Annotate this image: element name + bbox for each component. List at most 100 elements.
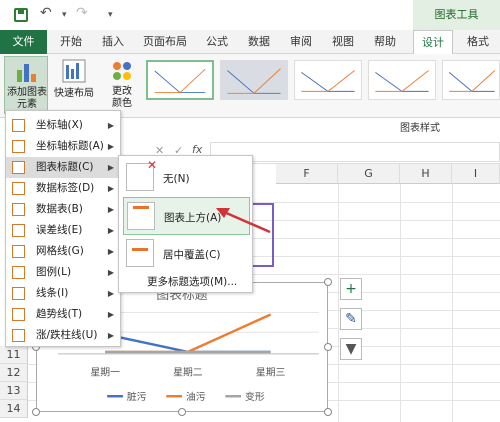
save-icon[interactable] xyxy=(14,8,28,22)
chevron-right-icon: ▶ xyxy=(107,289,114,298)
submenu-item-none[interactable]: ✕ 无(N) xyxy=(123,158,250,197)
legend-label: 油污 xyxy=(186,390,206,403)
redo-icon[interactable]: ↷ xyxy=(76,5,88,21)
change-colors-button[interactable]: 更改 颜色 xyxy=(104,56,140,114)
chevron-right-icon: ▶ xyxy=(107,205,114,214)
row-header-14[interactable]: 14 xyxy=(0,400,28,418)
resize-handle[interactable] xyxy=(324,408,332,416)
quick-layout-icon xyxy=(62,59,86,83)
menu-item-axes[interactable]: 坐标轴(X) ▶ xyxy=(6,115,120,136)
more-title-options[interactable]: 更多标题选项(M)... xyxy=(147,274,237,289)
chart-tools-context-label: 图表工具 xyxy=(413,0,500,30)
annotation-arrow xyxy=(216,208,271,234)
tab-file[interactable]: 文件 xyxy=(0,30,47,54)
undo-dropdown-icon[interactable]: ▾ xyxy=(62,10,67,20)
chart-style-4[interactable] xyxy=(368,60,436,100)
menu-item-error-bars[interactable]: 误差线(E) ▶ xyxy=(6,220,120,241)
chart-style-3-preview-icon xyxy=(301,70,355,92)
menu-item-label: 坐标轴(X) xyxy=(36,119,83,131)
menu-item-axis-titles[interactable]: 坐标轴标题(A) ▶ xyxy=(6,136,120,157)
resize-handle[interactable] xyxy=(324,343,332,351)
row-header-13[interactable]: 13 xyxy=(0,382,28,400)
menu-item-data-labels[interactable]: 数据标签(D) ▶ xyxy=(6,178,120,199)
menu-item-label: 数据表(B) xyxy=(36,203,83,215)
updown-bars-icon xyxy=(12,329,25,342)
chevron-right-icon: ▶ xyxy=(107,268,114,277)
tab-insert[interactable]: 插入 xyxy=(95,30,131,54)
add-chart-element-icon xyxy=(17,64,36,82)
menu-item-chart-title[interactable]: 图表标题(C) ▶ xyxy=(6,157,120,178)
no-title-icon: ✕ xyxy=(126,158,157,191)
chart-elements-plus-icon[interactable]: + xyxy=(340,278,362,300)
menu-item-label: 涨/跌柱线(U) xyxy=(36,329,98,341)
legend-label: 变形 xyxy=(245,390,265,403)
chevron-right-icon: ▶ xyxy=(107,184,114,193)
tab-review[interactable]: 审阅 xyxy=(283,30,319,54)
tab-design[interactable]: 设计 xyxy=(413,30,453,55)
menu-item-updown-bars[interactable]: 涨/跌柱线(U) ▶ xyxy=(6,325,120,346)
title-centered-overlay-icon xyxy=(126,239,154,267)
chevron-right-icon: ▶ xyxy=(107,331,114,340)
error-bars-icon xyxy=(12,224,25,237)
chevron-right-icon: ▶ xyxy=(107,247,114,256)
tab-help[interactable]: 帮助 xyxy=(367,30,403,54)
tab-home[interactable]: 开始 xyxy=(53,30,89,54)
x-tick-label: 星期二 xyxy=(173,367,203,379)
add-chart-element-menu: 坐标轴(X) ▶ 坐标轴标题(A) ▶ 图表标题(C) ▶ 数据标签(D) ▶ 数据表(… xyxy=(5,110,121,347)
add-chart-element-button[interactable]: 添加图表 元素 xyxy=(4,56,48,114)
column-header-f[interactable]: F xyxy=(276,164,338,184)
axis-icon xyxy=(12,119,25,132)
submenu-item-label: 居中覆盖(C) xyxy=(163,249,221,261)
chart-title-icon xyxy=(12,161,25,174)
gridlines-icon xyxy=(12,245,25,258)
column-header-i[interactable]: I xyxy=(452,164,500,184)
title-above-chart-icon xyxy=(127,202,155,230)
tab-view[interactable]: 视图 xyxy=(325,30,361,54)
trendline-icon xyxy=(12,308,25,321)
column-header-g[interactable]: G xyxy=(338,164,400,184)
x-tick-label: 星期三 xyxy=(256,367,286,379)
menu-item-label: 数据标签(D) xyxy=(36,182,95,194)
chart-style-2-preview-icon xyxy=(227,68,281,94)
customize-qat-icon[interactable]: ▾ xyxy=(108,10,113,20)
menu-item-data-table[interactable]: 数据表(B) ▶ xyxy=(6,199,120,220)
undo-icon[interactable]: ↶ xyxy=(40,5,52,21)
lines-icon xyxy=(12,287,25,300)
chart-style-3[interactable] xyxy=(294,60,362,100)
chevron-right-icon: ▶ xyxy=(107,142,114,151)
chart-style-2[interactable] xyxy=(220,60,288,100)
resize-handle[interactable] xyxy=(178,408,186,416)
ribbon-tabs: 文件 开始 插入 页面布局 公式 数据 审阅 视图 帮助 设计 格式 xyxy=(0,30,500,55)
chart-style-1[interactable] xyxy=(146,60,214,100)
series-line-2 xyxy=(105,313,272,354)
menu-item-label: 图表标题(C) xyxy=(36,161,94,173)
chart-styles-brush-icon[interactable]: ✎ xyxy=(340,308,362,330)
tab-page-layout[interactable]: 页面布局 xyxy=(137,30,193,54)
quick-layout-label: 快速布局 xyxy=(54,88,94,99)
chart-style-5[interactable] xyxy=(442,60,500,100)
menu-item-trendline[interactable]: 趋势线(T) ▶ xyxy=(6,304,120,325)
legend-label: 脏污 xyxy=(127,390,147,403)
axis-title-icon xyxy=(12,140,25,153)
quick-layout-button[interactable]: 快速布局 xyxy=(52,56,96,114)
tab-format[interactable]: 格式 xyxy=(458,30,498,54)
row-header-11[interactable]: 11 xyxy=(0,346,28,364)
column-header-h[interactable]: H xyxy=(400,164,452,184)
submenu-item-centered-overlay[interactable]: 居中覆盖(C) xyxy=(123,235,250,273)
data-table-icon xyxy=(12,203,25,216)
title-bar: ↶ ▾ ↷ ▾ 图表工具 xyxy=(0,0,500,30)
formula-input[interactable] xyxy=(210,142,500,162)
menu-item-lines[interactable]: 线条(I) ▶ xyxy=(6,283,120,304)
add-chart-element-label: 添加图表 元素 xyxy=(7,87,47,110)
tab-data[interactable]: 数据 xyxy=(241,30,277,54)
chevron-right-icon: ▶ xyxy=(107,163,114,172)
chart-filter-icon[interactable]: ▼ xyxy=(340,338,362,360)
menu-item-gridlines[interactable]: 网格线(G) ▶ xyxy=(6,241,120,262)
resize-handle[interactable] xyxy=(324,278,332,286)
tab-formulas[interactable]: 公式 xyxy=(199,30,235,54)
chart-style-4-preview-icon xyxy=(375,70,429,92)
palette-icon xyxy=(113,62,131,80)
menu-item-legend[interactable]: 图例(L) ▶ xyxy=(6,262,120,283)
resize-handle[interactable] xyxy=(32,408,40,416)
row-header-12[interactable]: 12 xyxy=(0,364,28,382)
